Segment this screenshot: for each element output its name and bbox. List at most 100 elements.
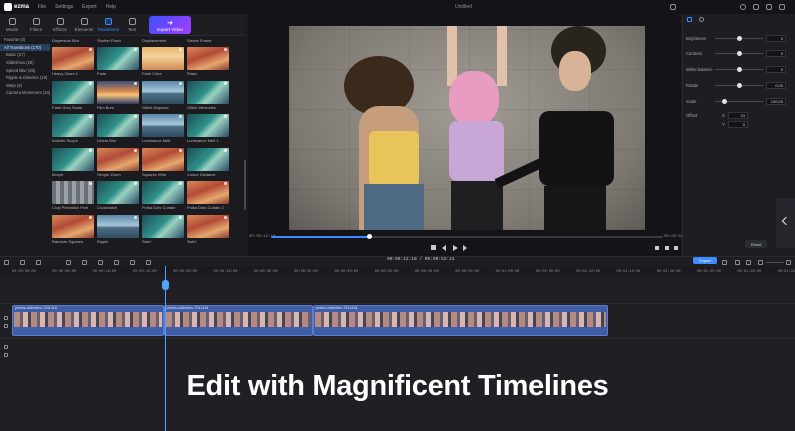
- snap-icon[interactable]: [722, 260, 727, 265]
- collapse-panel-button[interactable]: [776, 198, 795, 248]
- transition-tile[interactable]: Swirl: [142, 214, 184, 246]
- favorite-icon[interactable]: [89, 48, 92, 51]
- transition-tile[interactable]: Swirl: [187, 214, 229, 246]
- sidebar-item[interactable]: Ripple & Dissolve (19): [0, 74, 50, 82]
- transition-tile[interactable]: Polka Dots Curtain: [142, 181, 184, 212]
- favorite-icon[interactable]: [89, 148, 92, 152]
- favorite-icon[interactable]: [89, 81, 92, 85]
- favorite-icon[interactable]: [179, 148, 182, 152]
- redo-icon[interactable]: [20, 260, 25, 265]
- transition-tile[interactable]: Glitch Displace: [142, 80, 184, 112]
- sidebar-item[interactable]: Basic (17): [0, 51, 50, 59]
- video-props-icon[interactable]: [687, 17, 692, 22]
- transition-tile[interactable]: Squares Wire: [142, 147, 184, 179]
- menu-help[interactable]: Help: [106, 4, 116, 10]
- slider-knob[interactable]: [736, 67, 742, 72]
- snapshot-icon[interactable]: [655, 246, 659, 250]
- tab-text[interactable]: Text: [120, 14, 144, 35]
- stop-icon[interactable]: [431, 245, 436, 250]
- offset-x-input[interactable]: 24: [728, 112, 748, 119]
- timeline-export-button[interactable]: Export: [693, 257, 717, 264]
- volume-icon[interactable]: [665, 246, 669, 250]
- video-clip[interactable]: pexels-cottonbro-7241418: [12, 305, 164, 336]
- zoom-in-icon[interactable]: [786, 260, 791, 265]
- tab-effects[interactable]: Effects: [48, 14, 72, 35]
- settings-icon[interactable]: [746, 260, 751, 265]
- transition-tile[interactable]: Film Burn: [97, 80, 139, 112]
- play-icon[interactable]: [453, 245, 458, 251]
- sidebar-item[interactable]: All Transitions (170): [0, 43, 50, 52]
- video-clip[interactable]: pexels-cottonbro-7241418: [163, 305, 313, 336]
- transition-tile[interactable]: Random Squares: [52, 214, 94, 246]
- favorite-icon[interactable]: [134, 115, 137, 118]
- favorite-icon[interactable]: [134, 48, 137, 51]
- zoom-slider[interactable]: [766, 262, 784, 263]
- library-scrollbar[interactable]: [244, 160, 246, 210]
- sidebar-item[interactable]: Camera Movement (16): [0, 89, 50, 97]
- favorite-icon[interactable]: [89, 115, 92, 118]
- offset-y-input[interactable]: 0: [728, 121, 748, 128]
- favorite-icon[interactable]: [224, 148, 227, 152]
- transition-tile-label[interactable]: Dispersion Blur: [52, 37, 94, 43]
- transition-tile[interactable]: Polka Dots Curtain 2: [187, 181, 229, 212]
- zoom-out-icon[interactable]: [758, 260, 763, 265]
- favorite-icon[interactable]: [179, 215, 182, 219]
- favorite-icon[interactable]: [179, 81, 182, 85]
- menu-export[interactable]: Export: [82, 4, 96, 10]
- video-clip[interactable]: pexels-cottonbro-7241418: [312, 305, 609, 336]
- mic-icon[interactable]: [130, 260, 135, 265]
- transition-tile[interactable]: Fade Grey Scale: [52, 80, 94, 112]
- favorite-icon[interactable]: [224, 81, 227, 85]
- sidebar-item[interactable]: Favorite (0): [0, 36, 50, 44]
- favorite-icon[interactable]: [224, 182, 227, 185]
- fullscreen-icon[interactable]: [670, 4, 676, 10]
- transition-tile[interactable]: Crosshatch: [97, 181, 139, 212]
- account-icon[interactable]: [740, 4, 746, 10]
- favorite-icon[interactable]: [134, 215, 137, 219]
- crop-icon[interactable]: [82, 260, 87, 265]
- step-forward-icon[interactable]: [463, 245, 467, 251]
- favorite-icon[interactable]: [134, 182, 137, 185]
- favorite-icon[interactable]: [179, 115, 182, 118]
- maximize-icon[interactable]: [766, 4, 772, 10]
- property-slider[interactable]: [715, 83, 763, 88]
- transition-tile-label[interactable]: Displacement: [142, 37, 184, 43]
- tab-filters[interactable]: Filters: [24, 14, 48, 35]
- edit-icon[interactable]: [114, 260, 119, 265]
- favorite-icon[interactable]: [224, 48, 227, 51]
- zoom-fit-icon[interactable]: [146, 260, 151, 265]
- sidebar-item[interactable]: Slideshow (26): [0, 59, 50, 67]
- tab-transitions[interactable]: Transitions: [96, 14, 120, 35]
- export-video-button[interactable]: ➜ Export Video: [149, 16, 191, 34]
- favorite-icon[interactable]: [224, 215, 227, 219]
- speed-icon[interactable]: [98, 260, 103, 265]
- track-lock-icon[interactable]: [4, 316, 8, 320]
- slider-knob[interactable]: [736, 83, 742, 88]
- transition-tile[interactable]: Simple Zoom: [97, 147, 139, 179]
- transition-tile[interactable]: Luminance Melt 1: [187, 114, 229, 145]
- favorite-icon[interactable]: [134, 81, 137, 85]
- menu-file[interactable]: File: [38, 4, 46, 10]
- split-icon[interactable]: [66, 260, 71, 265]
- delete-icon[interactable]: [36, 260, 41, 265]
- transition-tile[interactable]: Flash: [187, 47, 229, 78]
- track-visibility-icon[interactable]: [4, 324, 8, 328]
- transition-tile[interactable]: Luminance Melt: [142, 114, 184, 145]
- transition-tile[interactable]: Fade Color: [142, 47, 184, 78]
- reset-button[interactable]: Reset: [745, 240, 767, 248]
- favorite-icon[interactable]: [224, 115, 227, 118]
- audio-track-mute-icon[interactable]: [4, 353, 8, 357]
- slider-knob[interactable]: [736, 51, 742, 56]
- menu-settings[interactable]: Settings: [55, 4, 73, 10]
- transition-tile-label[interactable]: Shutter Flash: [97, 37, 139, 43]
- transition-tile[interactable]: Heavy Zoom 1: [52, 47, 94, 78]
- property-value-input[interactable]: 0.00: [766, 82, 786, 89]
- marker-icon[interactable]: [735, 260, 740, 265]
- property-value-input[interactable]: 0: [766, 66, 786, 73]
- transition-tile[interactable]: Crop Pixelation Feel: [52, 181, 94, 212]
- playhead-handle[interactable]: [162, 280, 170, 290]
- property-slider[interactable]: [715, 51, 763, 56]
- slider-knob[interactable]: [736, 36, 742, 41]
- favorite-icon[interactable]: [134, 148, 137, 152]
- fullscreen-preview-icon[interactable]: [674, 246, 678, 250]
